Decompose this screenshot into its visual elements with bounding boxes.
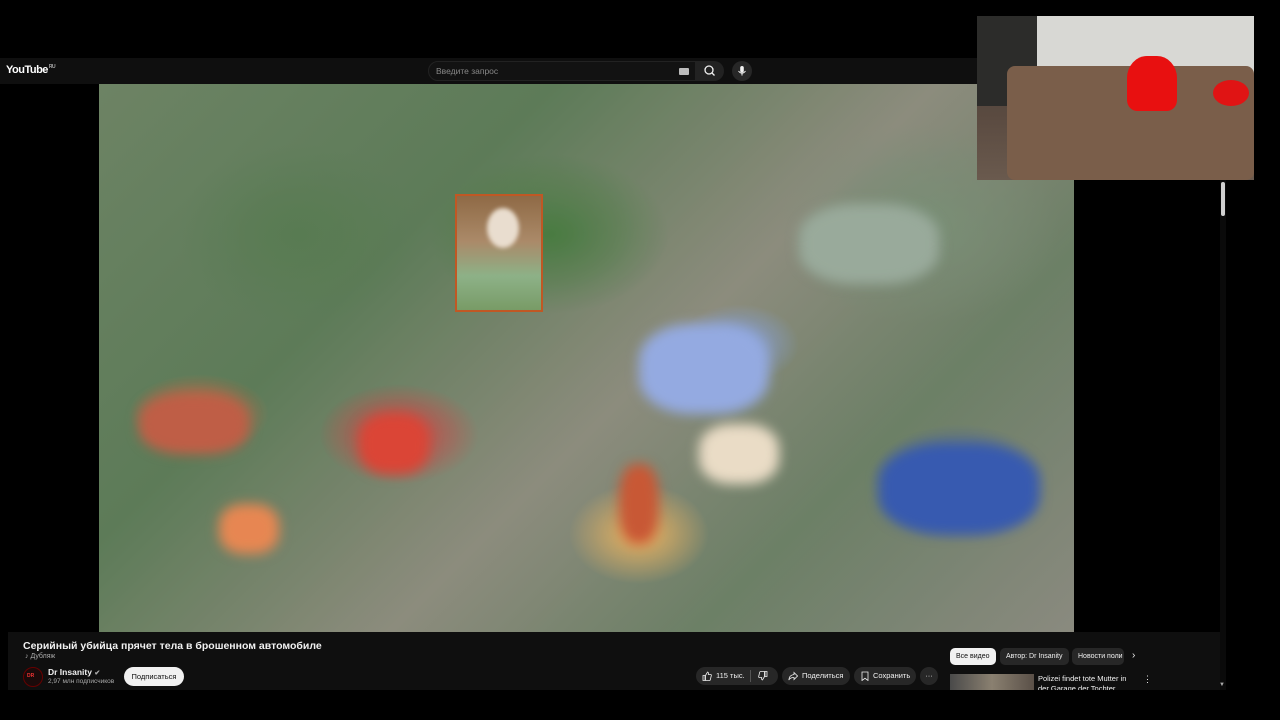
dub-badge: ♪ Дубляж (25, 653, 56, 660)
share-label: Поделиться (802, 671, 844, 680)
youtube-logo[interactable]: YouTubeRU (6, 64, 56, 76)
chip-politics-news[interactable]: Новости поли (1072, 648, 1124, 665)
recommendation-more-icon[interactable]: ⋮ (1143, 674, 1152, 685)
face-silhouette (487, 208, 519, 248)
video-frame-detail (639, 324, 769, 414)
video-frame-detail (139, 394, 249, 454)
like-count[interactable]: 115 тыс. (716, 667, 745, 685)
logo-region: RU (48, 64, 56, 71)
more-actions-button[interactable]: ··· (920, 667, 938, 685)
channel-name-text: Dr Insanity (48, 667, 92, 677)
share-icon (788, 671, 798, 681)
recommendation-thumbnail[interactable] (950, 674, 1034, 690)
like-divider (750, 670, 751, 682)
thumbs-down-icon[interactable] (758, 671, 768, 681)
save-label: Сохранить (873, 671, 911, 680)
search-box[interactable]: Введите запрос (428, 61, 696, 81)
save-button[interactable]: Сохранить (854, 667, 916, 685)
more-icon: ··· (925, 671, 933, 680)
search-button[interactable] (696, 61, 724, 81)
thumbs-up-icon[interactable] (702, 671, 712, 681)
like-dislike-group: 115 тыс. (696, 667, 778, 685)
subscribe-button[interactable]: Подписаться (124, 667, 184, 686)
video-frame-detail (619, 464, 659, 544)
avatar-text: DR (27, 673, 35, 679)
video-title: Серийный убийца прячет тела в брошенном … (23, 640, 322, 652)
dub-badge-label: Дубляж (30, 653, 56, 660)
logo-text: YouTube (6, 64, 48, 76)
webcam-figure (1127, 56, 1177, 111)
scrollbar-thumb[interactable] (1221, 182, 1225, 216)
scrollbar-track[interactable] (1220, 180, 1226, 690)
chip-all-videos[interactable]: Все видео (950, 648, 996, 665)
video-player[interactable] (99, 84, 1074, 632)
search-input[interactable]: Введите запрос (436, 66, 498, 76)
video-photo-inset (455, 194, 543, 312)
webcam-pillow (1213, 80, 1249, 106)
save-icon (861, 671, 869, 681)
mic-icon (738, 66, 746, 76)
chevron-right-icon[interactable]: › (1132, 650, 1135, 661)
video-frame-detail (359, 414, 429, 474)
voice-search-button[interactable] (732, 61, 752, 81)
video-frame-detail (799, 204, 939, 284)
subscriber-count: 2,97 млн подписчиков (48, 678, 115, 685)
search-icon (704, 65, 715, 76)
keyboard-icon[interactable] (679, 68, 689, 75)
channel-name[interactable]: Dr Insanity ✔ (48, 667, 100, 677)
verified-icon: ✔ (94, 670, 101, 677)
chip-author[interactable]: Автор: Dr Insanity (1000, 648, 1069, 665)
recommendation-title[interactable]: Polizei findet tote Mutter in der Garage… (1038, 674, 1138, 690)
video-frame-detail (699, 424, 779, 484)
share-button[interactable]: Поделиться (782, 667, 850, 685)
webcam-overlay (977, 16, 1254, 180)
channel-avatar[interactable]: DR (23, 667, 43, 687)
masthead: YouTubeRU Введите запрос (0, 58, 980, 84)
video-frame-detail (219, 504, 279, 554)
video-frame-detail (879, 444, 1039, 534)
